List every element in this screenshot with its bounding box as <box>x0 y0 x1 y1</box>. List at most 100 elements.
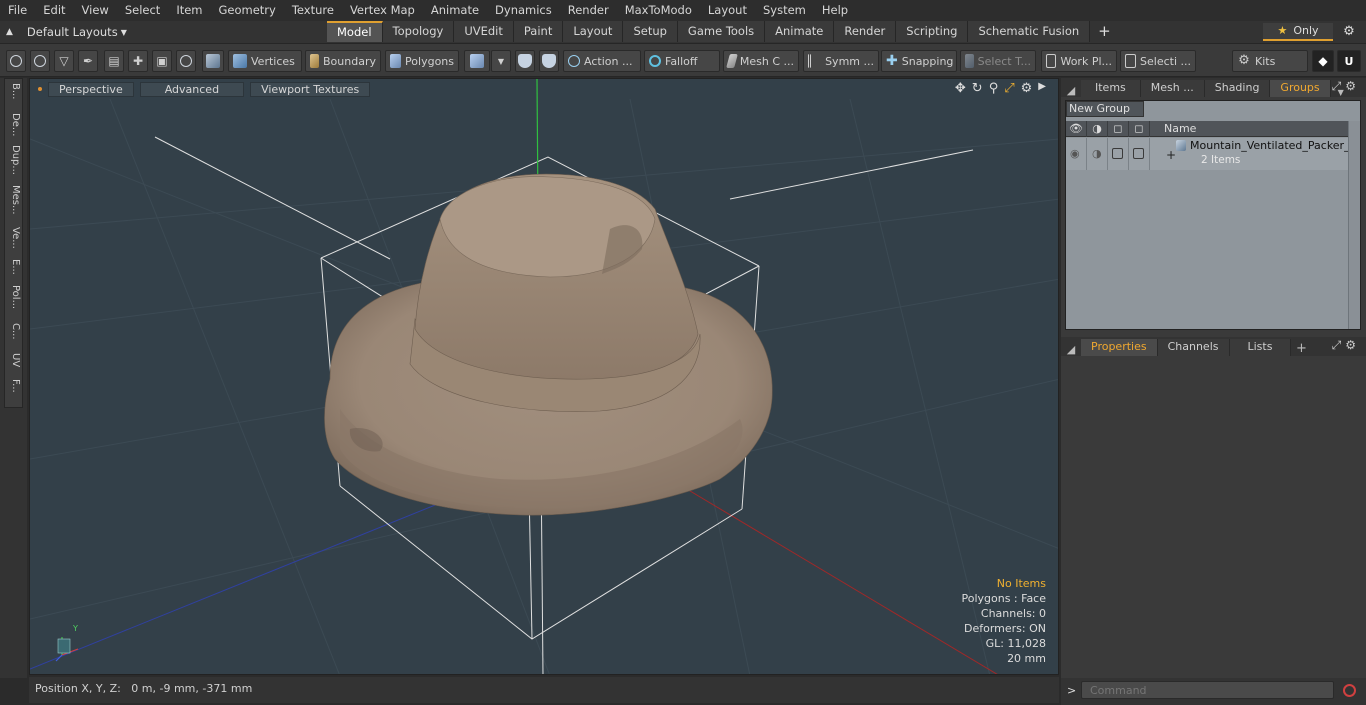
left-tab-curve[interactable]: C... <box>5 323 24 340</box>
menu-vertex-map[interactable]: Vertex Map <box>342 0 423 21</box>
add-tab-icon[interactable]: + <box>1090 21 1119 43</box>
select-checkbox[interactable] <box>1133 148 1144 159</box>
symmetry-button[interactable]: Symm ... <box>803 50 879 72</box>
groups-scrollbar[interactable] <box>1348 121 1360 329</box>
move-icon[interactable]: ✥ <box>955 81 966 96</box>
menu-dynamics[interactable]: Dynamics <box>487 0 560 21</box>
tab-properties[interactable]: Properties <box>1081 339 1158 356</box>
group-row[interactable]: ◉ ◑ + Mountain_Ventilated_Packer_... 2 I… <box>1066 138 1360 170</box>
material-button[interactable] <box>464 50 490 72</box>
boundary-button[interactable]: Boundary <box>305 50 381 72</box>
zoom-icon[interactable]: ⚲ <box>989 81 999 96</box>
panel-controls[interactable]: ⤢⚙ <box>1332 338 1360 353</box>
menu-animate[interactable]: Animate <box>423 0 487 21</box>
tab-render[interactable]: Render <box>834 21 897 42</box>
tab-channels[interactable]: Channels <box>1157 339 1230 356</box>
render-cell[interactable]: ◑ <box>1087 138 1108 170</box>
new-group-button[interactable]: New Group <box>1066 101 1144 117</box>
gear-icon[interactable]: ⚙ <box>1338 23 1360 41</box>
lock-checkbox[interactable] <box>1112 148 1123 159</box>
left-tab-polygon[interactable]: Pol... <box>5 285 24 309</box>
panel-controls[interactable]: ⤢⚙ <box>1332 79 1360 94</box>
perspective-button[interactable]: Perspective <box>48 81 134 97</box>
tab-mesh[interactable]: Mesh ... <box>1140 80 1205 97</box>
menu-render[interactable]: Render <box>560 0 617 21</box>
command-input[interactable] <box>1081 681 1334 699</box>
expand-icon[interactable]: + <box>1166 148 1176 162</box>
lock-icon[interactable]: ◻ <box>1108 121 1129 137</box>
left-tab-edge[interactable]: E... <box>5 259 24 275</box>
align-button[interactable]: ▤ <box>104 50 124 72</box>
select-through-button[interactable]: Select T... <box>960 50 1036 72</box>
gear-icon[interactable]: ⚙ <box>1021 81 1033 96</box>
symmetry-shield-button[interactable] <box>515 50 535 72</box>
tab-animate[interactable]: Animate <box>765 21 835 42</box>
left-tab-deform[interactable]: De... <box>5 113 24 136</box>
left-tab-basic[interactable]: B... <box>5 83 24 99</box>
menu-select[interactable]: Select <box>117 0 168 21</box>
tab-groups[interactable]: Groups <box>1270 80 1331 97</box>
only-button[interactable]: ★ Only <box>1263 23 1333 41</box>
tab-items[interactable]: Items <box>1081 80 1141 97</box>
menu-view[interactable]: View <box>74 0 117 21</box>
menu-help[interactable]: Help <box>814 0 856 21</box>
globe-button[interactable] <box>30 50 50 72</box>
tab-shading[interactable]: Shading <box>1204 80 1271 97</box>
unreal-button[interactable]: U <box>1337 50 1361 72</box>
tab-topology[interactable]: Topology <box>382 21 455 42</box>
polygons-button[interactable]: Polygons <box>385 50 459 72</box>
viewport-textures-button[interactable]: Viewport Textures <box>250 81 371 97</box>
left-tab-vertex[interactable]: Ve... <box>5 227 24 249</box>
selection-sets-button[interactable]: Selecti ... <box>1120 50 1196 72</box>
falloff-button[interactable]: Falloff <box>644 50 720 72</box>
brush-button[interactable]: ✒ <box>78 50 98 72</box>
panel-toggle-icon[interactable]: ◢ <box>1061 343 1081 356</box>
menu-geometry[interactable]: Geometry <box>211 0 284 21</box>
kits-button[interactable]: ⚙ Kits <box>1232 50 1308 72</box>
snap-shield-button[interactable] <box>539 50 559 72</box>
add-tab-icon[interactable]: + <box>1291 341 1311 356</box>
rotate-button[interactable] <box>176 50 196 72</box>
menu-texture[interactable]: Texture <box>284 0 342 21</box>
tab-model[interactable]: Model <box>327 21 383 42</box>
unity-button[interactable]: ◆ <box>1312 50 1334 72</box>
menu-edit[interactable]: Edit <box>35 0 73 21</box>
snapping-button[interactable]: ✚ Snapping <box>881 50 957 72</box>
layout-select[interactable]: ▲ Default Layouts ▼ <box>0 21 133 43</box>
name-column-header[interactable]: Name <box>1150 121 1348 137</box>
fit-icon[interactable]: ⤢ <box>1004 81 1014 96</box>
menu-file[interactable]: File <box>0 0 35 21</box>
rotate-icon[interactable]: ↻ <box>972 81 983 96</box>
tab-game-tools[interactable]: Game Tools <box>677 21 766 42</box>
advanced-button[interactable]: Advanced <box>139 81 245 97</box>
menu-item[interactable]: Item <box>168 0 210 21</box>
work-plane-button[interactable]: Work Pl... <box>1041 50 1117 72</box>
frame-button[interactable]: ▣ <box>152 50 172 72</box>
record-button[interactable] <box>1340 681 1360 701</box>
select-icon[interactable]: ◻ <box>1129 121 1150 137</box>
menu-layout[interactable]: Layout <box>700 0 755 21</box>
item-mode-button[interactable] <box>202 50 224 72</box>
left-tab-mesh[interactable]: Mes... <box>5 185 24 215</box>
tab-schematic-fusion[interactable]: Schematic Fusion <box>968 21 1091 42</box>
material-dropdown[interactable]: ▼ <box>491 50 511 72</box>
eye-icon[interactable]: 👁 <box>1066 121 1087 137</box>
mesh-constraint-button[interactable]: Mesh C ... <box>723 50 799 72</box>
left-tab-fusion[interactable]: F... <box>5 379 24 393</box>
play-icon[interactable]: ▶ <box>1038 81 1046 96</box>
center-button[interactable]: ✚ <box>128 50 148 72</box>
action-center-button[interactable]: Action ... <box>563 50 641 72</box>
tab-scripting[interactable]: Scripting <box>896 21 969 42</box>
menu-maxtomodo[interactable]: MaxToModo <box>617 0 700 21</box>
left-tab-uv[interactable]: UV <box>5 353 24 367</box>
tab-uvedit[interactable]: UVEdit <box>454 21 514 42</box>
visibility-cell[interactable]: ◉ <box>1066 138 1087 170</box>
render-icon[interactable]: ◑ <box>1087 121 1108 137</box>
3d-viewport[interactable]: Y Perspective Advanced Viewport Textures… <box>29 78 1059 675</box>
group-name[interactable]: Mountain_Ventilated_Packer_... <box>1190 139 1360 152</box>
tab-layout[interactable]: Layout <box>563 21 624 42</box>
menu-system[interactable]: System <box>755 0 814 21</box>
left-tab-duplicate[interactable]: Dup... <box>5 145 24 175</box>
select-cell[interactable] <box>1129 138 1150 170</box>
tab-paint[interactable]: Paint <box>513 21 564 42</box>
